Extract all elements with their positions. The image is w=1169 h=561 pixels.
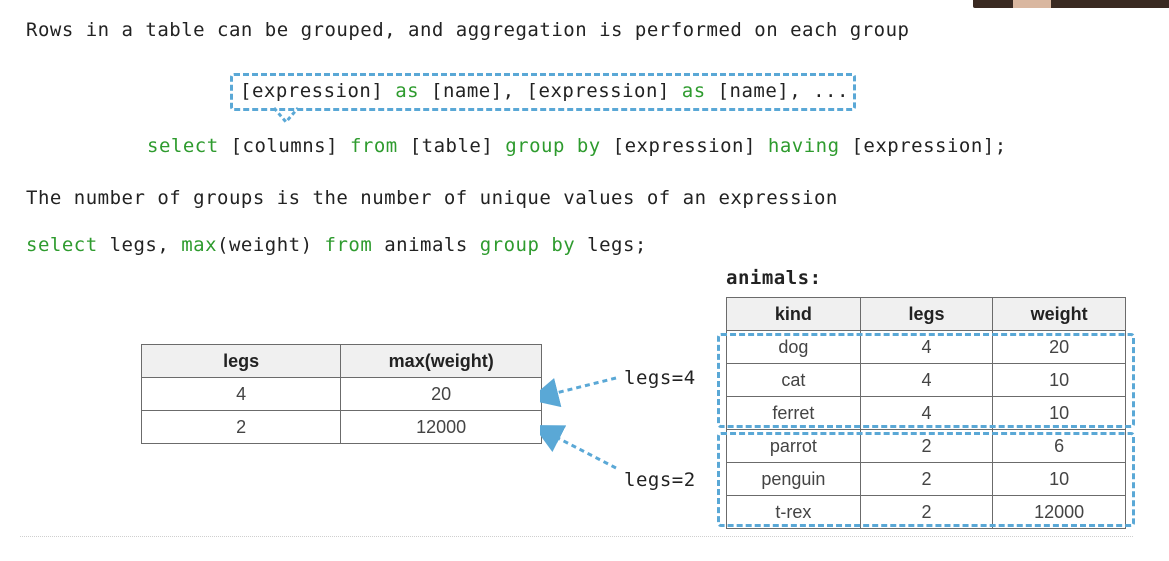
table-row: 4 20 [140, 377, 542, 411]
column-header: legs [859, 297, 994, 331]
table-cell: 2 [140, 410, 342, 444]
callout-pointer [272, 107, 300, 125]
group-label-legs-2: legs=2 [624, 469, 696, 491]
column-header: max(weight) [340, 344, 542, 378]
query-text: legs; [575, 234, 647, 256]
as-keyword: as [681, 80, 706, 102]
video-thumbnail-corner [973, 0, 1169, 8]
result-table: legs max(weight) 4 20 2 12000 [140, 344, 542, 444]
table-header-row: kind legs weight [726, 297, 1126, 331]
example-query: select legs, max(weight) from animals gr… [26, 234, 647, 256]
expr-text: [name], ... [705, 80, 849, 102]
animals-title: animals: [726, 267, 822, 289]
query-text: (weight) [217, 234, 325, 256]
arrow-legs-4 [540, 376, 617, 408]
expr-text: [expression] [240, 80, 396, 102]
max-keyword: max [181, 234, 218, 256]
group-box-legs-4 [717, 333, 1135, 428]
select-keyword: select [26, 234, 98, 256]
column-header: legs [140, 344, 342, 378]
group-box-legs-2 [717, 432, 1135, 527]
syntax-text: [expression] [600, 135, 768, 157]
table-cell: 4 [140, 377, 342, 411]
table-row: 2 12000 [140, 410, 542, 444]
group-by-keyword: group by [505, 135, 601, 157]
divider [20, 536, 1133, 537]
group-arrows [540, 376, 617, 470]
groups-note: The number of groups is the number of un… [26, 187, 838, 209]
column-header: kind [726, 297, 861, 331]
group-label-legs-4: legs=4 [624, 367, 696, 389]
select-syntax: select [columns] from [table] group by [… [147, 135, 1007, 157]
syntax-text: [table] [397, 135, 506, 157]
group-by-keyword: group by [479, 234, 576, 256]
column-header: weight [992, 297, 1126, 331]
table-cell: 12000 [340, 410, 542, 444]
query-text: legs, [97, 234, 182, 256]
table-header-row: legs max(weight) [140, 344, 542, 378]
syntax-text: [expression]; [839, 135, 1007, 157]
having-keyword: having [767, 135, 840, 157]
as-keyword: as [395, 80, 420, 102]
intro-text: Rows in a table can be grouped, and aggr… [26, 19, 910, 41]
from-keyword: from [324, 234, 373, 256]
columns-expression: [expression] as [name], [expression] as … [240, 80, 849, 102]
arrow-legs-2 [540, 424, 617, 470]
from-keyword: from [349, 135, 398, 157]
expr-text: [name], [expression] [419, 80, 682, 102]
select-keyword: select [147, 135, 219, 157]
query-text: animals [372, 234, 480, 256]
table-cell: 20 [340, 377, 542, 411]
syntax-text: [columns] [218, 135, 350, 157]
